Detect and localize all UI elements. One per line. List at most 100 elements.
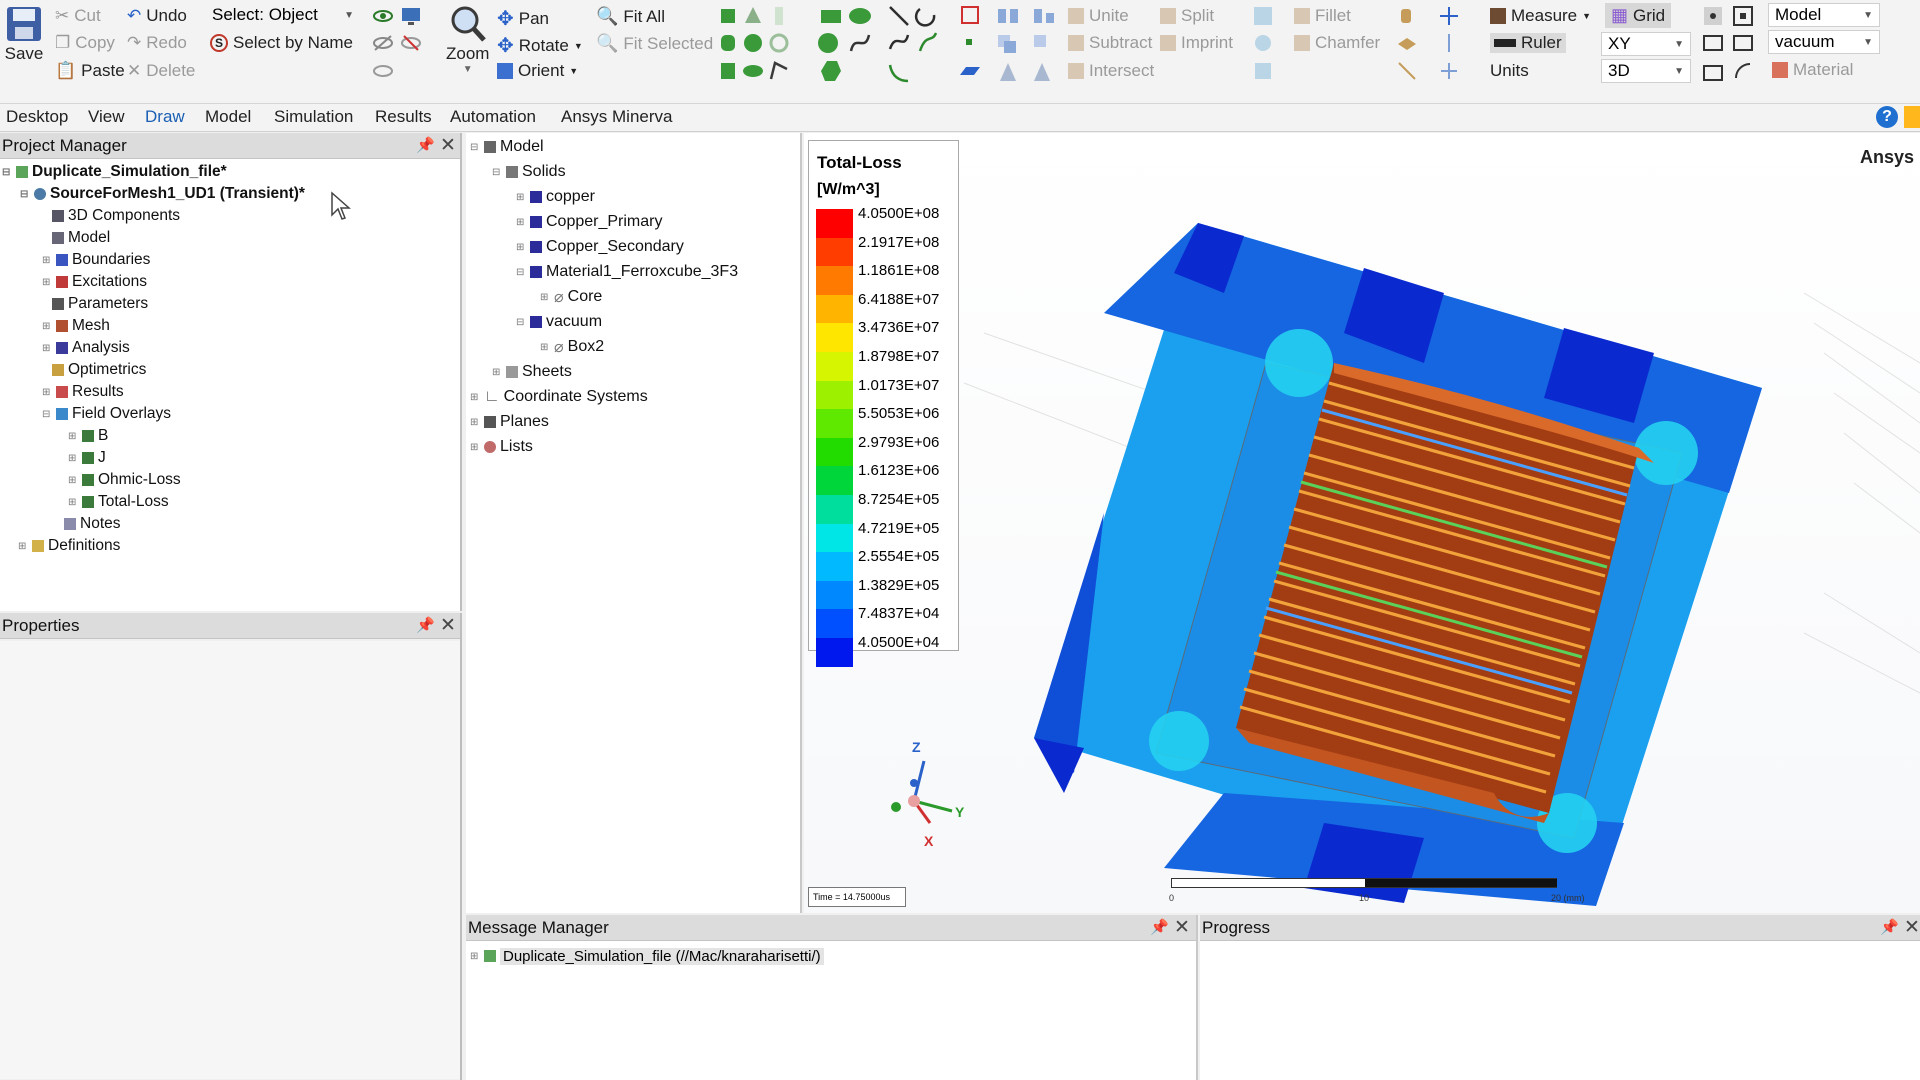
visibility-icon[interactable] [372,60,394,82]
equation-curve-icon[interactable] [918,32,938,52]
cube-red-icon[interactable] [961,6,979,24]
collapse-icon[interactable]: ⊟ [516,317,526,328]
select-mode-dropdown[interactable]: Select: Object ▼ [206,3,360,27]
zoom-button[interactable]: Zoom ▼ [446,4,489,75]
box-icon[interactable] [721,9,735,23]
tree-item-3d-components[interactable]: 3D Components [52,206,180,226]
collapse-icon[interactable]: ⊟ [470,142,480,153]
tree-solid-vacuum[interactable]: ⊟ vacuum [516,312,602,332]
mirror-plane-icon[interactable] [1034,63,1050,81]
menu-automation[interactable]: Automation [450,107,536,127]
plane-icon[interactable] [960,67,980,75]
tree-solid-copper-secondary[interactable]: ⊞ Copper_Secondary [516,237,684,257]
pin-icon[interactable]: 📌 [1880,918,1899,936]
sphere-icon[interactable] [744,34,762,52]
snap-grid-icon[interactable] [1702,5,1724,27]
tree-solid-copper-primary[interactable]: ⊞ Copper_Primary [516,212,662,232]
menu-draw[interactable]: Draw [145,107,185,127]
show-icon[interactable] [372,5,394,27]
grid-button[interactable]: ▦ Grid [1605,3,1672,28]
tree-item-analysis[interactable]: ⊞ Analysis [42,338,130,358]
cut-button[interactable]: ✂ Cut [55,6,101,26]
expand-icon[interactable]: ⊞ [516,217,526,228]
ellipsoid-icon[interactable] [743,65,763,77]
paste-button[interactable]: 📋 Paste [55,61,125,81]
tree-sheets[interactable]: ⊞ Sheets [492,362,572,382]
rotate-button[interactable]: ✥ Rotate ▼ [497,33,583,58]
fit-all-button[interactable]: 🔍 Fit All [596,6,665,27]
message-entry[interactable]: ⊞ Duplicate_Simulation_file (//Mac/knara… [470,946,824,966]
snap-vertex-icon[interactable] [1702,60,1724,82]
expand-icon[interactable]: ⊞ [516,192,526,203]
ruler-button[interactable]: Ruler [1490,33,1566,53]
tree-solid-ferroxcube[interactable]: ⊟ Material1_Ferroxcube_3F3 [516,262,738,282]
menu-view[interactable]: View [88,107,125,127]
face-icon[interactable] [1252,60,1274,82]
expand-icon[interactable]: ⊞ [516,242,526,253]
tree-solid-core[interactable]: ⊞ ⌀ Core [540,287,602,307]
3d-viewport[interactable]: Total-Loss [W/m^3] 4.0500E+08 2.1917E+08 1… [804,133,1920,913]
arrange-icon[interactable] [1034,35,1046,47]
line-icon[interactable] [889,6,909,26]
collapse-icon[interactable]: ⊟ [492,167,502,178]
expand-icon[interactable]: ⊞ [42,277,52,288]
draw-primitives-group[interactable] [715,3,885,85]
screen-icon[interactable] [400,5,422,27]
redo-button[interactable]: ↷ Redo [127,33,187,53]
expand-icon[interactable]: ⊞ [470,417,480,428]
pin-icon[interactable]: 📌 [416,616,435,634]
bondwire-icon[interactable] [769,61,788,80]
tree-solids[interactable]: ⊟ Solids [492,162,566,182]
copy-button[interactable]: ❐ Copy [55,33,115,53]
expand-icon[interactable]: ⊞ [540,292,550,303]
hide-red-icon[interactable] [400,32,422,54]
spline-line-icon[interactable] [888,34,910,50]
tree-item-overlay-j[interactable]: ⊞ J [68,448,106,468]
unite-button[interactable]: Unite [1068,6,1129,26]
close-icon[interactable]: ✕ [1174,916,1190,939]
point-icon[interactable] [966,39,972,45]
menu-ansys-minerva[interactable]: Ansys Minerva [561,107,672,127]
sweep-icon[interactable] [888,64,909,83]
collapse-icon[interactable]: ⊟ [42,409,52,420]
helix-icon[interactable] [775,7,783,25]
collapse-icon[interactable]: ⊟ [2,167,12,178]
tree-item-parameters[interactable]: Parameters [52,294,148,314]
expand-icon[interactable]: ⊞ [470,951,480,962]
polyhedron-icon[interactable] [721,63,735,79]
snap-center-icon[interactable] [1732,5,1754,27]
split-button[interactable]: Split [1160,6,1214,26]
drawing-mode-dropdown[interactable]: 3D ▼ [1601,59,1691,83]
menu-desktop[interactable]: Desktop [6,107,68,127]
tree-item-notes[interactable]: Notes [64,514,121,534]
tree-solid-box2[interactable]: ⊞ ⌀ Box2 [540,337,604,357]
expand-icon[interactable]: ⊞ [68,453,78,464]
rectangle-icon[interactable] [821,10,841,23]
hide-icon[interactable] [372,32,394,54]
align-icon[interactable] [1034,9,1054,23]
tree-design-node[interactable]: ⊟ SourceForMesh1_UD1 (Transient)* [20,184,305,204]
total-loss-legend[interactable]: Total-Loss [W/m^3] 4.0500E+08 2.1917E+08 1… [808,140,959,667]
collapse-icon[interactable]: ⊟ [20,189,30,200]
tree-item-field-overlays[interactable]: ⊟ Field Overlays [42,404,171,424]
ellipse-icon[interactable] [849,8,871,24]
expand-icon[interactable]: ⊞ [492,367,502,378]
expand-icon[interactable]: ⊞ [540,342,550,353]
surface-tools-group[interactable] [958,3,1058,85]
face-cs-icon[interactable] [1438,60,1460,82]
tree-item-overlay-total-loss[interactable]: ⊞ Total-Loss [68,492,169,512]
cylinder-icon[interactable] [721,35,735,51]
expand-icon[interactable]: ⊞ [18,541,28,552]
tree-coordinate-systems[interactable]: ⊞ ∟ Coordinate Systems [470,387,648,407]
tree-item-excitations[interactable]: ⊞ Excitations [42,272,147,292]
fit-selected-button[interactable]: 🔍 Fit Selected [596,33,713,54]
tree-model-root[interactable]: ⊟ Model [470,137,544,157]
expand-icon[interactable]: ⊞ [68,497,78,508]
circle-icon[interactable] [818,33,838,53]
tree-item-optimetrics[interactable]: Optimetrics [52,360,146,380]
pin-icon[interactable]: 📌 [1150,918,1169,936]
edge-icon[interactable] [1252,32,1274,54]
help-icon[interactable]: ? [1876,106,1898,128]
torus-icon[interactable] [769,33,789,53]
material-dropdown[interactable]: vacuum ▼ [1768,30,1880,54]
